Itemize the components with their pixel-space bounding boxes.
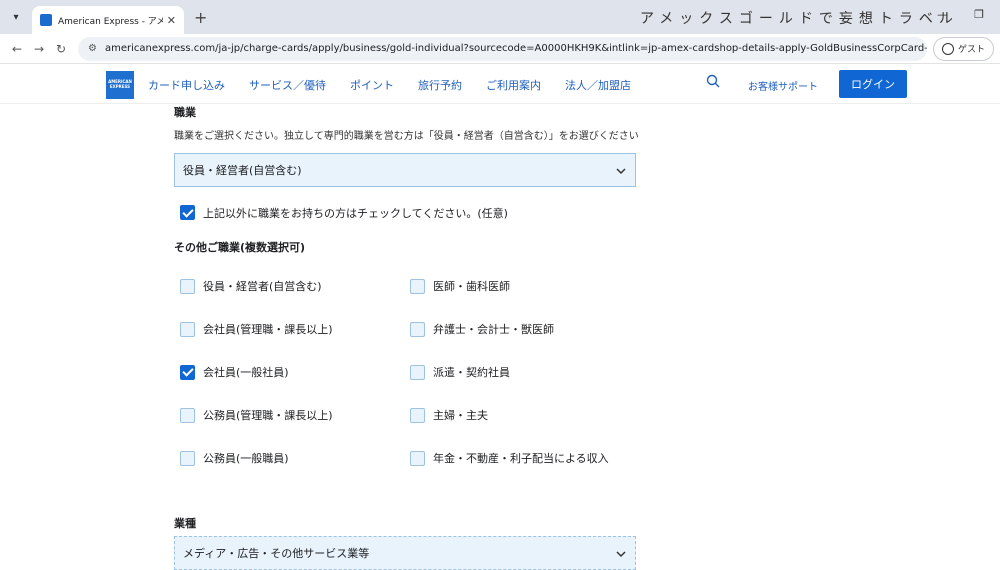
login-button[interactable]: ログイン — [839, 70, 907, 98]
job-checkbox[interactable] — [410, 450, 425, 466]
checkbox-grid-row: 公務員(管理職・課長以上) 主婦・主夫 — [180, 407, 640, 450]
new-tab-plus-icon[interactable]: + — [194, 8, 207, 27]
industry-value: メディア・広告・その他サービス業等 — [183, 547, 370, 560]
job-checkbox-label: 派遣・契約社員 — [433, 366, 510, 379]
reload-icon[interactable]: ↻ — [50, 42, 72, 56]
address-bar-row: ← → ↻ ⚙ americanexpress.com/ja-jp/charge… — [0, 34, 1000, 64]
window-title: アメックスゴールドで妄想トラベル — [640, 11, 959, 27]
site-header: AMERICAN EXPRESS カード申し込み サービス／優待 ポイント 旅行… — [0, 64, 1000, 104]
amex-favicon-icon — [40, 14, 52, 26]
site-info-icon[interactable]: ⚙ — [88, 43, 97, 54]
occupation-select[interactable]: 役員・経営者(自営含む) — [174, 152, 636, 187]
minimize-icon[interactable]: — — [937, 8, 948, 21]
nav-services[interactable]: サービス／優待 — [249, 77, 326, 93]
job-checkbox[interactable] — [180, 364, 195, 380]
checkbox-grid-row: 公務員(一般職員) 年金・不動産・利子配当による収入 — [180, 450, 640, 493]
job-checkbox[interactable] — [180, 450, 195, 466]
job-checkbox-item[interactable]: 年金・不動産・利子配当による収入 — [410, 450, 640, 466]
job-checkbox[interactable] — [410, 407, 425, 423]
job-checkbox-item[interactable]: 公務員(管理職・課長以上) — [180, 407, 410, 423]
job-checkbox-label: 公務員(一般職員) — [203, 452, 289, 465]
job-checkbox-item[interactable]: 医師・歯科医師 — [410, 278, 640, 294]
other-jobs-label: その他ご職業(複数選択可) — [174, 240, 306, 254]
forward-arrow-icon[interactable]: → — [28, 42, 50, 56]
profile-icon — [941, 42, 954, 55]
guest-profile-button[interactable]: ゲスト — [932, 36, 994, 61]
job-checkbox-label: 年金・不動産・利子配当による収入 — [433, 452, 609, 465]
job-checkbox[interactable] — [180, 278, 195, 294]
amex-logo[interactable]: AMERICAN EXPRESS — [106, 71, 134, 99]
url-text: americanexpress.com/ja-jp/charge-cards/a… — [104, 43, 927, 54]
job-checkbox-label: 主婦・主夫 — [433, 409, 488, 422]
window-controls: — ❐ — [937, 8, 984, 21]
application-form: 職業 職業をご選択ください。独立して専門的職業を営む方は「役員・経営者（自営含む… — [174, 104, 644, 255]
maximize-icon[interactable]: ❐ — [974, 8, 984, 21]
job-checkbox-label: 会社員(管理職・課長以上) — [203, 323, 333, 336]
job-checkbox-label: 役員・経営者(自営含む) — [203, 280, 322, 293]
job-checkbox-item[interactable]: 役員・経営者(自営含む) — [180, 278, 410, 294]
job-checkbox[interactable] — [410, 321, 425, 337]
checkbox-grid-row: 役員・経営者(自営含む) 医師・歯科医師 — [180, 278, 640, 321]
occupation-hint: 職業をご選択ください。独立して専門的職業を営む方は「役員・経営者（自営含む）」を… — [174, 131, 639, 142]
other-job-check-label: 上記以外に職業をお持ちの方はチェックしてください。(任意) — [203, 206, 508, 220]
job-checkbox-item[interactable]: 会社員(一般社員) — [180, 364, 410, 380]
tab-title: American Express - アメリカン･エ — [58, 16, 163, 27]
nav-corporate[interactable]: 法人／加盟店 — [565, 77, 631, 93]
search-icon[interactable] — [706, 74, 720, 88]
nav-travel[interactable]: 旅行予約 — [418, 77, 462, 93]
job-checkbox[interactable] — [410, 364, 425, 380]
other-job-checkbox[interactable] — [180, 205, 195, 220]
nav-card-apply[interactable]: カード申し込み — [148, 77, 225, 93]
back-arrow-icon[interactable]: ← — [6, 42, 28, 56]
job-checkbox-label: 医師・歯科医師 — [433, 280, 510, 293]
industry-label: 業種 — [174, 517, 196, 530]
occupation-value: 役員・経営者(自営含む) — [183, 163, 302, 177]
nav-points[interactable]: ポイント — [350, 77, 394, 93]
job-checkbox-item[interactable]: 会社員(管理職・課長以上) — [180, 321, 410, 337]
tab-list-chevron-icon[interactable]: ▾ — [6, 7, 26, 27]
checkbox-grid-row: 会社員(管理職・課長以上) 弁護士・会計士・獣医師 — [180, 321, 640, 364]
occupation-label: 職業 — [174, 106, 196, 119]
guest-label: ゲスト — [957, 45, 985, 55]
job-checkbox-label: 弁護士・会計士・獣医師 — [433, 323, 554, 336]
job-checkbox-item[interactable]: 主婦・主夫 — [410, 407, 640, 423]
customer-support-link[interactable]: お客様サポート — [748, 78, 818, 93]
browser-tab-bar: ▾ American Express - アメリカン･エ ✕ + アメックスゴー… — [0, 0, 1000, 34]
logo-text-express: EXPRESS — [109, 84, 131, 89]
job-checkbox-label: 会社員(一般社員) — [203, 366, 289, 379]
other-job-checkbox-row[interactable]: 上記以外に職業をお持ちの方はチェックしてください。(任意) — [180, 205, 644, 221]
job-checkbox[interactable] — [180, 407, 195, 423]
other-jobs-checkbox-grid: 役員・経営者(自営含む) 医師・歯科医師 会社員(管理職・課長以上) 弁護士・会… — [180, 278, 640, 493]
job-checkbox-item[interactable]: 公務員(一般職員) — [180, 450, 410, 466]
browser-tab[interactable]: American Express - アメリカン･エ ✕ — [32, 6, 184, 34]
job-checkbox[interactable] — [180, 321, 195, 337]
industry-select[interactable]: メディア・広告・その他サービス業等 — [174, 536, 636, 570]
main-nav: カード申し込み サービス／優待 ポイント 旅行予約 ご利用案内 法人／加盟店 — [148, 77, 631, 93]
checkbox-grid-row: 会社員(一般社員) 派遣・契約社員 — [180, 364, 640, 407]
chevron-down-icon — [616, 167, 626, 174]
job-checkbox-item[interactable]: 弁護士・会計士・獣医師 — [410, 321, 640, 337]
job-checkbox[interactable] — [410, 278, 425, 294]
nav-guide[interactable]: ご利用案内 — [486, 77, 541, 93]
url-field[interactable]: ⚙ americanexpress.com/ja-jp/charge-cards… — [78, 36, 927, 61]
industry-section: 業種 メディア・広告・その他サービス業等 — [174, 515, 644, 570]
close-tab-icon[interactable]: ✕ — [167, 14, 176, 27]
chevron-down-icon — [616, 551, 626, 558]
job-checkbox-item[interactable]: 派遣・契約社員 — [410, 364, 640, 380]
job-checkbox-label: 公務員(管理職・課長以上) — [203, 409, 333, 422]
